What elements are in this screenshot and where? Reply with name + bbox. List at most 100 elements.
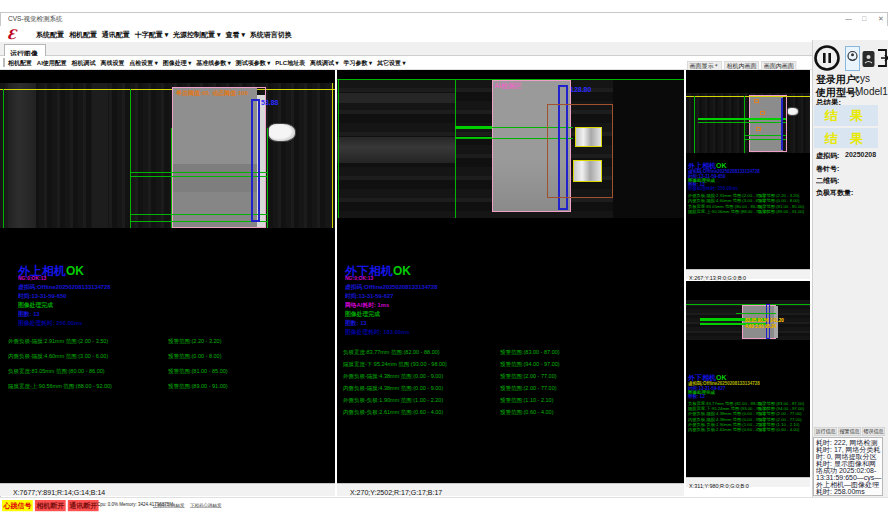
image-band bbox=[613, 79, 684, 218]
toolbar-item-10[interactable]: 学习参数 ▾ bbox=[343, 59, 372, 67]
lower-camera-trigger[interactable]: 下相机心跳触发 bbox=[190, 502, 222, 508]
toolbar-item-8[interactable]: PLC地址表 bbox=[275, 59, 305, 67]
measurement-main: 隔膜宽度-上:90.56mm 范围:(88.00 - 92.00) bbox=[8, 382, 112, 390]
ng-line: NG:0;OK:13 bbox=[18, 275, 46, 281]
minimize-button[interactable]: — bbox=[845, 15, 852, 23]
ai-region-label: AI检测区 bbox=[494, 81, 522, 91]
overlay-green-line bbox=[744, 139, 786, 140]
coord-text: X:7677;Y:891;R:14;G:14;B:14 bbox=[13, 489, 105, 497]
toolbar-item-0[interactable]: 相机配置 bbox=[8, 59, 32, 67]
heartbeat-chip: 心跳信号 bbox=[2, 500, 33, 511]
menu-item-6[interactable]: 系统语言切换 bbox=[250, 30, 292, 40]
image-band bbox=[8, 83, 36, 228]
app-logo-icon: Ɛ bbox=[7, 27, 16, 42]
frame-line: 图数: 13 bbox=[345, 319, 367, 327]
maximize-button[interactable]: □ bbox=[862, 15, 866, 23]
camera-image-left: 53.88 寻边阈值:93, 动态阈值:100 bbox=[0, 83, 335, 228]
toolbar-item-9[interactable]: 离线调试 ▾ bbox=[310, 59, 339, 67]
toolbar-item-6[interactable]: 基准线参数 ▾ bbox=[196, 59, 231, 67]
overlay-green-line bbox=[130, 176, 267, 177]
barcode-line: 虚拟码:Offline20250208133134728 bbox=[18, 283, 111, 291]
done-line: 图像处理完成 bbox=[345, 310, 380, 318]
measurement-main: 隔膜宽度-下:95.24mm 范围:(93.00 - 98.00) bbox=[343, 360, 447, 368]
measurement-main: 负极宽度:83.05mm 范围:(80.00 - 86.00) bbox=[8, 367, 105, 375]
measurement-main: 外侧负极-隔膜:2.91mm 范围:(2.00 - 3.50) bbox=[8, 337, 108, 345]
overlay-blue-rect bbox=[251, 99, 260, 222]
info-tab-2[interactable]: 错误信息 bbox=[862, 427, 885, 436]
login-user-button[interactable] bbox=[845, 46, 860, 71]
info-tab-0[interactable]: 运行信息 bbox=[814, 427, 837, 436]
orange-mark bbox=[756, 127, 761, 131]
measurement-warn: 预警范围:(2.00 - 77.00) bbox=[500, 384, 557, 392]
tab-blob bbox=[787, 107, 799, 116]
roll-pin-label: 卷针号: bbox=[816, 164, 839, 174]
ng-line: NG:0;OK:13 bbox=[345, 275, 373, 281]
exit-button[interactable] bbox=[876, 46, 888, 70]
overlay-green-line bbox=[130, 221, 267, 222]
blue-measure-label: 128.80 bbox=[570, 86, 591, 94]
toolbar-item-4[interactable]: 点检设置 ▾ bbox=[129, 59, 158, 67]
measurement-warn: 预警范围:(1.10 - 2.10) bbox=[500, 396, 553, 404]
app-window: CVS-视觉检测系统 — □ ✕ Ɛ 系统配置相机配置通讯配置十字配置 ▾光源控… bbox=[0, 0, 888, 522]
measurement-main: 内侧负极-隔膜:4.38mm 范围:(0.00 - 9.00) bbox=[343, 384, 443, 392]
toolbar-item-2[interactable]: 相机调试 bbox=[72, 59, 96, 67]
tab-run-image[interactable]: 运行图像 bbox=[4, 44, 46, 56]
comm-status-chip: 通讯断开 bbox=[68, 500, 99, 511]
overlay-yellow-line bbox=[686, 96, 810, 97]
close-button[interactable]: ✕ bbox=[878, 15, 884, 23]
overlay-green-line bbox=[698, 122, 786, 123]
menu-item-5[interactable]: 查看 ▾ bbox=[225, 30, 244, 40]
menu-item-4[interactable]: 光源控制配置 ▾ bbox=[173, 30, 220, 40]
toolbar-item-7[interactable]: 测试项参数 ▾ bbox=[236, 59, 271, 67]
menu-item-2[interactable]: 通讯配置 bbox=[102, 30, 130, 40]
login-user-value: cys bbox=[855, 73, 870, 84]
overlay-green-line bbox=[171, 128, 172, 228]
overlay-green-line bbox=[130, 172, 267, 173]
info-tab-1[interactable]: 报警信息 bbox=[838, 427, 861, 436]
toolbar-item-11[interactable]: 其它设置 ▾ bbox=[377, 59, 406, 67]
toolbar-grip bbox=[3, 58, 5, 67]
user-button[interactable] bbox=[862, 49, 875, 69]
menu-item-0[interactable]: 系统配置 bbox=[36, 30, 64, 40]
measurement-main: 外侧负极-负极:1.90mm 范围:(1.00 - 2.20) bbox=[343, 396, 443, 404]
camera-status-chip: 相机断开 bbox=[35, 500, 66, 511]
image-band bbox=[92, 83, 108, 228]
info-box: 耗时: 222, 网络检测耗时: 17, 网络分类耗时: 0, 网络提取分区耗时… bbox=[813, 437, 883, 496]
time-line: 时间:13-31-59-627 bbox=[345, 292, 393, 300]
overlay-green-line bbox=[698, 118, 786, 120]
pause-button[interactable] bbox=[813, 44, 841, 72]
upper-camera-trigger[interactable]: 上相机心跳触发 bbox=[153, 502, 185, 508]
toolbar-items: 相机配置 AI使用配置相机调试离线设置点检设置 ▾ 图像处理 ▾ 基准线参数 ▾ 测试项… bbox=[8, 59, 406, 67]
camera-result-text: OK bbox=[66, 264, 84, 278]
frame-line: 图数: 13 bbox=[18, 310, 40, 318]
measurement-main: 负极宽度:83.77mm 范围:(82.00 - 88.00) bbox=[343, 348, 440, 356]
camera-image-mini-top bbox=[686, 93, 810, 153]
overlay-yellow-line bbox=[332, 83, 333, 228]
coord-text: X:270;Y:2502;R:17;G:17;B:17 bbox=[350, 489, 442, 497]
overlay-green-line bbox=[455, 126, 492, 129]
done-line: 图像处理完成 bbox=[18, 301, 53, 309]
measurement-warn: 预警范围:(83.00 - 87.00) bbox=[500, 348, 560, 356]
overlay-green-line bbox=[744, 96, 745, 153]
measurement-warn: 预警范围:(0.00 - 8.00) bbox=[168, 352, 221, 360]
measurement-warn: 预警范围:(0.60 - 4.00) bbox=[500, 408, 553, 416]
menu-items: 系统配置相机配置通讯配置十字配置 ▾ 光源控制配置 ▾ 查看 ▾ 系统语言切换 bbox=[36, 30, 292, 40]
toolbar-item-1[interactable]: AI使用配置 bbox=[37, 59, 67, 67]
overlay-green-line bbox=[694, 96, 695, 153]
mini-annotation-text: 4.60 2.91 95.24 bbox=[745, 324, 776, 329]
result-box-1: 结 果 bbox=[814, 105, 878, 126]
virtual-code-label: 虚拟码: bbox=[816, 151, 839, 161]
coord-text: X:311;Y:980;R:0;G:0;B:0 bbox=[689, 483, 749, 489]
threshold-overlay-text: 寻边阈值:93, 动态阈值:100 bbox=[176, 89, 248, 97]
menu-item-1[interactable]: 相机配置 bbox=[69, 30, 97, 40]
cost-line: 图像处理耗时: 183.00ms bbox=[345, 328, 409, 336]
measurement-main: 内侧负极-负极:2.61mm 范围:(0.60 - 4.00) bbox=[343, 408, 443, 416]
overlay-yellow-rect bbox=[575, 127, 602, 147]
toolbar-item-3[interactable]: 离线设置 bbox=[100, 59, 124, 67]
overlay-green-line bbox=[130, 89, 131, 228]
overlay-green-line bbox=[744, 135, 786, 136]
menu-item-3[interactable]: 十字配置 ▾ bbox=[135, 30, 168, 40]
blue-measure-label: 53.88 bbox=[261, 99, 279, 107]
overlay-green-line bbox=[455, 79, 456, 218]
toolbar-item-5[interactable]: 图像处理 ▾ bbox=[163, 59, 192, 67]
